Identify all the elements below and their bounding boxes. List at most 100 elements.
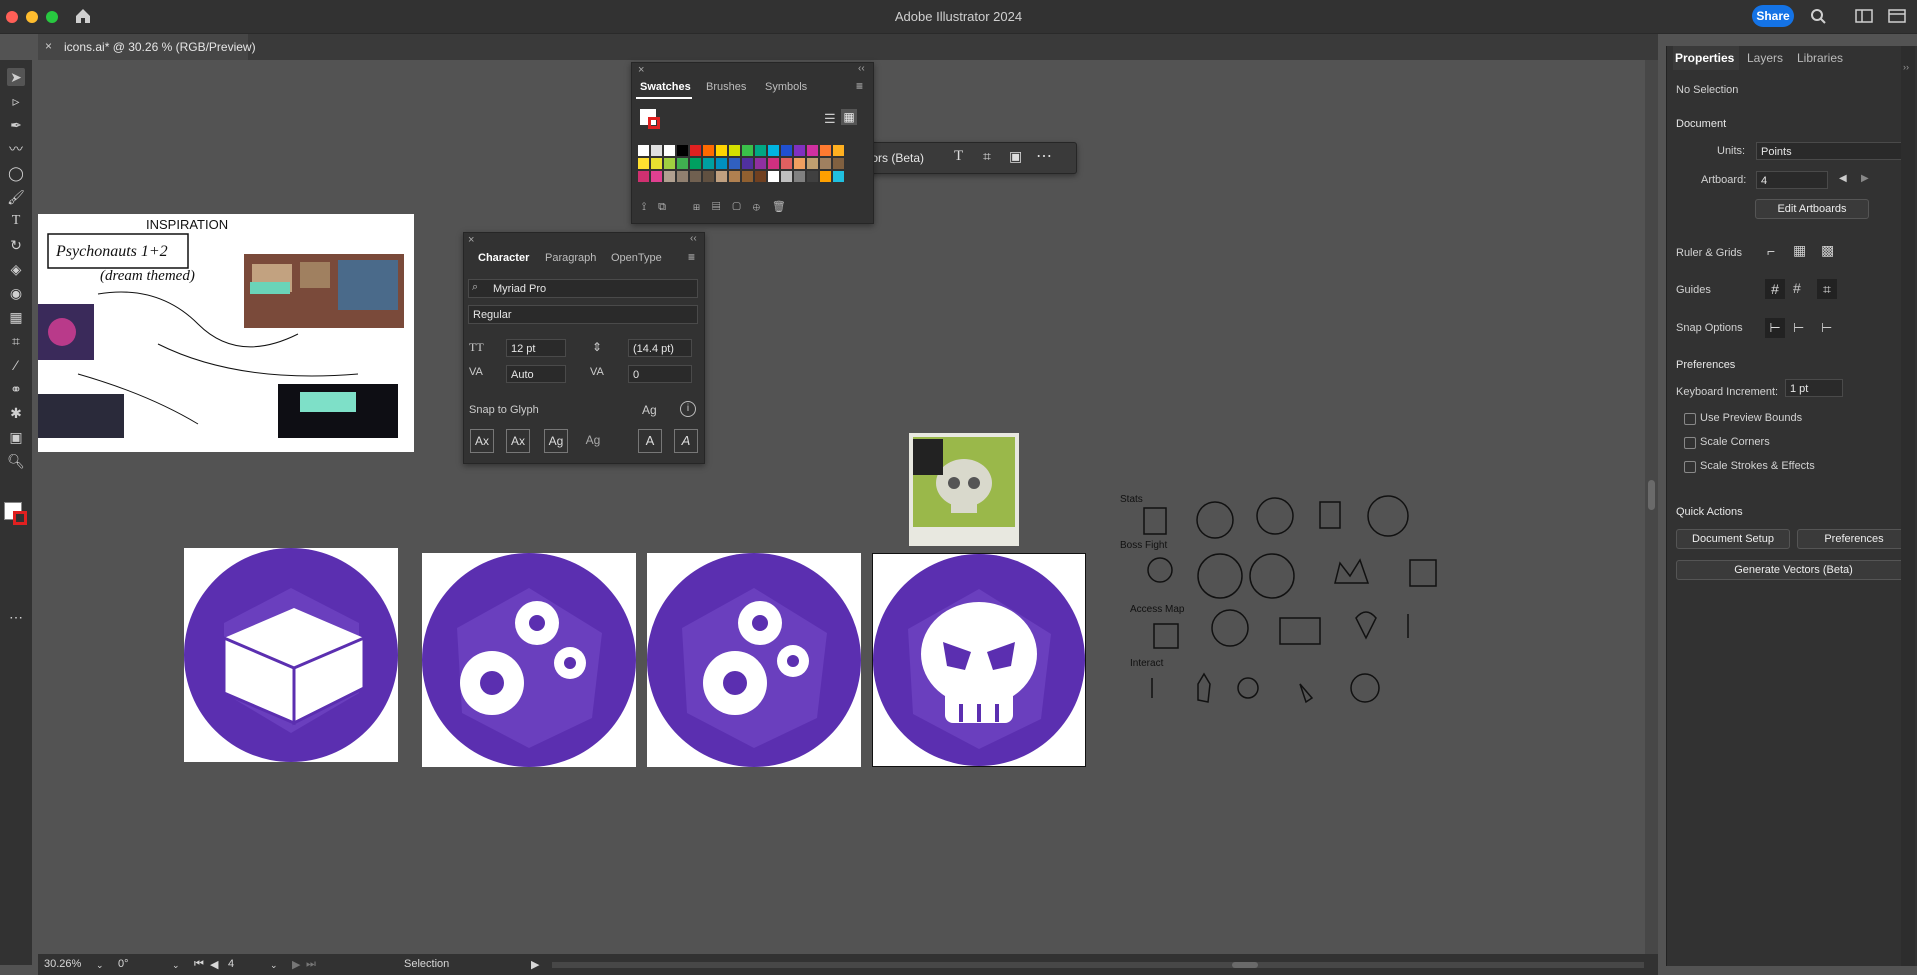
tab-libraries[interactable]: Libraries bbox=[1797, 51, 1843, 65]
snap-glyph-options-icon[interactable]: Ag bbox=[642, 403, 657, 417]
glyph-bounds-snap-icon[interactable]: Ag bbox=[544, 429, 568, 453]
color-swatch[interactable] bbox=[651, 171, 662, 182]
eyedropper-tool-icon[interactable]: ⁄ bbox=[7, 356, 25, 374]
color-swatch[interactable] bbox=[664, 145, 675, 156]
status-menu-icon[interactable]: ▶ bbox=[531, 958, 539, 971]
zoom-tool-icon[interactable]: 🔍︎ bbox=[7, 452, 25, 470]
info-icon[interactable]: i bbox=[680, 401, 696, 417]
symbol-sprayer-tool-icon[interactable]: ✱ bbox=[7, 404, 25, 422]
artboard-number-field[interactable]: 4 bbox=[228, 958, 234, 970]
scale-corners-checkbox[interactable] bbox=[1684, 437, 1696, 449]
more-tools-icon[interactable]: ⋯ bbox=[7, 608, 25, 626]
color-swatch[interactable] bbox=[677, 145, 688, 156]
show-guides-icon[interactable]: # bbox=[1765, 279, 1785, 299]
color-swatch[interactable] bbox=[742, 171, 753, 182]
skull-reference-image[interactable] bbox=[909, 433, 1019, 546]
more-options-icon[interactable]: ⋯ bbox=[1036, 146, 1052, 166]
color-swatch[interactable] bbox=[794, 171, 805, 182]
color-swatch[interactable] bbox=[677, 158, 688, 169]
zoom-level-field[interactable]: 30.26% bbox=[44, 958, 81, 970]
rotation-field[interactable]: 0° bbox=[118, 958, 129, 970]
tab-symbols[interactable]: Symbols bbox=[765, 81, 807, 93]
artboard-icon-3[interactable] bbox=[647, 553, 861, 767]
font-style-field[interactable]: Regular bbox=[468, 305, 698, 324]
generate-vectors-label[interactable]: tors (Beta) bbox=[868, 151, 924, 165]
color-swatch[interactable] bbox=[755, 145, 766, 156]
color-swatch[interactable] bbox=[742, 145, 753, 156]
gradient-tool-icon[interactable]: ▦ bbox=[7, 308, 25, 326]
rotate-tool-icon[interactable]: ↻ bbox=[7, 236, 25, 254]
ruler-icon[interactable]: ⌐ bbox=[1767, 243, 1775, 259]
vertical-scroll-thumb[interactable] bbox=[1648, 480, 1655, 510]
panel-collapse-icon[interactable]: ›› bbox=[1903, 62, 1909, 72]
type-icon[interactable]: T bbox=[954, 148, 963, 165]
units-select[interactable]: Points bbox=[1756, 142, 1902, 160]
mesh-tool-icon[interactable]: ⌗ bbox=[7, 332, 25, 350]
color-swatch[interactable] bbox=[807, 171, 818, 182]
color-swatch[interactable] bbox=[638, 145, 649, 156]
edit-artboards-button[interactable]: Edit Artboards bbox=[1755, 199, 1869, 219]
color-swatch[interactable] bbox=[781, 158, 792, 169]
color-swatch[interactable] bbox=[716, 145, 727, 156]
snap-to-grid-icon[interactable]: ⊢ bbox=[1821, 320, 1832, 336]
color-swatch[interactable] bbox=[729, 171, 740, 182]
color-swatch[interactable] bbox=[690, 158, 701, 169]
paintbrush-tool-icon[interactable]: 🖌 bbox=[7, 188, 25, 206]
grid-icon[interactable]: ▦ bbox=[1793, 242, 1806, 259]
snap-to-pixel-icon[interactable]: ⊢ bbox=[1793, 320, 1804, 336]
color-swatch[interactable] bbox=[690, 171, 701, 182]
color-swatch[interactable] bbox=[781, 145, 792, 156]
color-swatch[interactable] bbox=[638, 171, 649, 182]
stroke-swatch[interactable] bbox=[13, 511, 27, 525]
font-size-field[interactable]: 12 pt bbox=[506, 339, 566, 357]
color-swatch[interactable] bbox=[807, 158, 818, 169]
moodboard-image[interactable]: INSPIRATION Psychonauts 1+2 (dream theme… bbox=[38, 214, 414, 452]
warp-tool-icon[interactable]: ◉ bbox=[7, 284, 25, 302]
angular-guides-icon[interactable]: A bbox=[638, 429, 662, 453]
color-swatch[interactable] bbox=[768, 171, 779, 182]
artboard-icon-1[interactable] bbox=[184, 548, 398, 762]
swatch-actions[interactable]: ⟟⧉ ⊞▤▢⊕🗑︎ bbox=[642, 200, 798, 214]
share-button[interactable]: Share bbox=[1752, 5, 1794, 27]
tracking-field[interactable]: 0 bbox=[628, 365, 692, 383]
tab-paragraph[interactable]: Paragraph bbox=[545, 252, 596, 264]
vertical-scrollbar[interactable] bbox=[1645, 60, 1658, 954]
keyboard-increment-field[interactable]: 1 pt bbox=[1785, 379, 1843, 397]
grid-view-icon[interactable]: ▦ bbox=[841, 109, 857, 125]
preferences-button[interactable]: Preferences bbox=[1797, 529, 1911, 549]
artboard-dropdown-icon[interactable]: ⌄ bbox=[270, 960, 278, 971]
lock-guides-icon[interactable]: # bbox=[1793, 280, 1801, 296]
color-swatch[interactable] bbox=[755, 158, 766, 169]
first-artboard-icon[interactable]: ⏮ bbox=[194, 958, 204, 971]
snap-to-point-icon[interactable]: ⊢ bbox=[1765, 318, 1785, 338]
swatch-grid[interactable] bbox=[638, 145, 852, 197]
close-tab-icon[interactable]: × bbox=[45, 39, 52, 53]
color-swatch[interactable] bbox=[742, 158, 753, 169]
color-swatch[interactable] bbox=[807, 145, 818, 156]
icon-sketches[interactable]: Stats Boss Fight Access Map Interact bbox=[1120, 488, 1440, 733]
collapse-character-panel-icon[interactable]: ‹‹ bbox=[690, 233, 697, 244]
color-swatch[interactable] bbox=[651, 158, 662, 169]
color-swatch[interactable] bbox=[833, 145, 844, 156]
artboard-icon-4[interactable] bbox=[872, 553, 1086, 767]
color-swatch[interactable] bbox=[729, 158, 740, 169]
color-swatch[interactable] bbox=[768, 158, 779, 169]
color-swatch[interactable] bbox=[781, 171, 792, 182]
selection-tool-icon[interactable]: ➤ bbox=[7, 68, 25, 86]
crop-icon[interactable]: ⌗ bbox=[983, 148, 991, 165]
workspace-icon[interactable] bbox=[1855, 9, 1873, 23]
color-swatch[interactable] bbox=[820, 158, 831, 169]
list-view-icon[interactable]: ☰ bbox=[824, 111, 836, 127]
use-preview-bounds-checkbox[interactable] bbox=[1684, 413, 1696, 425]
image-trace-icon[interactable]: ▣ bbox=[1009, 148, 1022, 165]
color-swatch[interactable] bbox=[664, 171, 675, 182]
color-swatch[interactable] bbox=[833, 171, 844, 182]
tab-properties[interactable]: Properties bbox=[1675, 51, 1734, 65]
blend-tool-icon[interactable]: ⚭ bbox=[7, 380, 25, 398]
xheight-snap-icon[interactable]: Ax bbox=[506, 429, 530, 453]
document-setup-button[interactable]: Document Setup bbox=[1676, 529, 1790, 549]
color-swatch[interactable] bbox=[755, 171, 766, 182]
panel-menu-icon[interactable]: ≡ bbox=[856, 79, 863, 93]
pen-tool-icon[interactable]: ✒ bbox=[7, 116, 25, 134]
color-swatch[interactable] bbox=[677, 171, 688, 182]
